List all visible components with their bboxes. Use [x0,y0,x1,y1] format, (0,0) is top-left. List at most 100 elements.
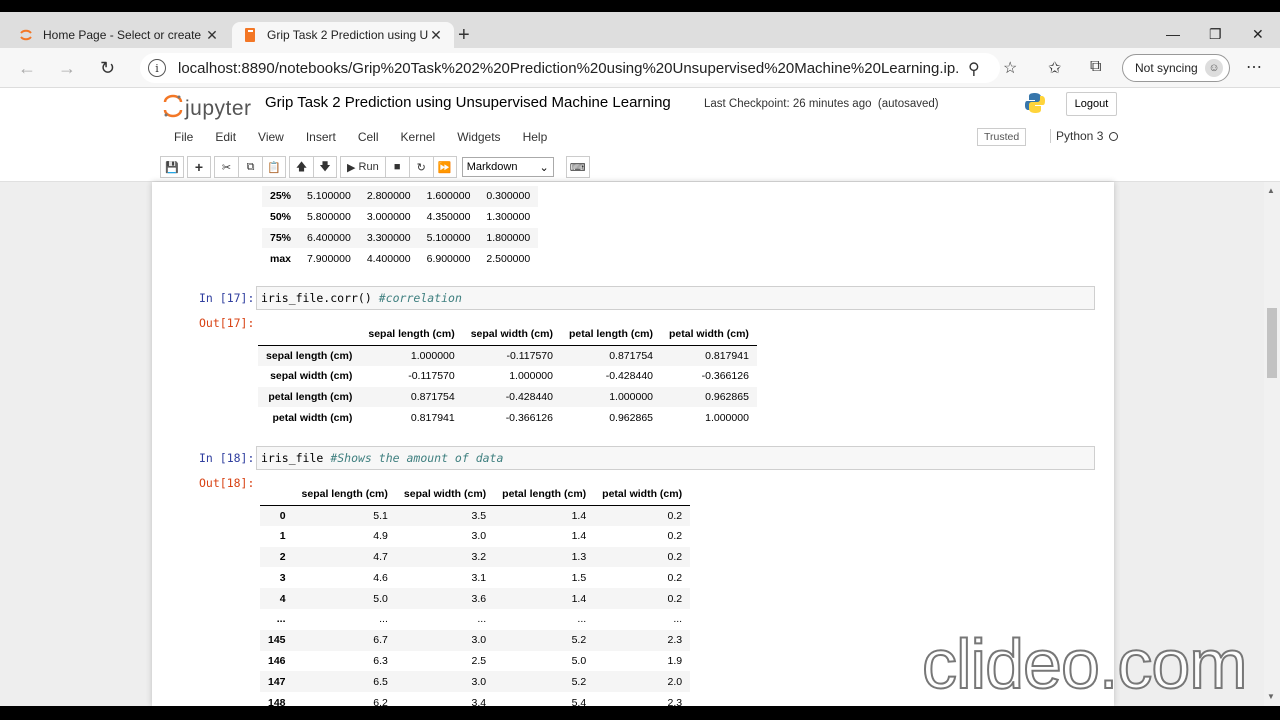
menu-kernel[interactable]: Kernel [401,130,436,144]
jupyter-logo[interactable]: jupyter [163,94,252,124]
scroll-up-icon[interactable]: ▲ [1267,186,1275,195]
command-palette-icon[interactable]: ⌨ [565,156,590,178]
row-label: petal length (cm) [258,386,361,408]
python-logo-icon [1025,93,1045,113]
table-cell: 1.800000 [478,227,539,249]
code-cell-18[interactable]: iris_file #Shows the amount of data [256,446,1095,470]
iris-data-table: sepal length (cm) sepal width (cm) petal l… [260,484,691,706]
table-row: 75% 6.400000 3.300000 5.100000 1.800000 [262,227,539,249]
table-cell: 1.300000 [486,211,531,224]
row-label: 25% [262,186,300,207]
watermark-logo: clideo.com [921,624,1249,704]
table-row: 146 6.3 2.5 5.0 1.9 [260,651,690,672]
notebook-favicon-icon [242,27,258,43]
row-label: 75% [262,227,300,249]
close-tab-icon[interactable]: ✕ [428,27,444,44]
new-tab-button[interactable]: + [458,25,470,45]
favorites-icon[interactable]: ✩ [1048,58,1061,78]
restart-run-all-icon[interactable]: ⏩ [432,156,457,178]
table-row: 3 4.6 3.1 1.5 0.2 [260,567,690,588]
table-cell: 4.7 [293,546,396,568]
profile-avatar-icon: ☺ [1205,59,1223,77]
tab-bar: Home Page - Select or create a n ✕ Grip … [0,12,1280,48]
table-cell: 3.5 [395,505,495,526]
menu-help[interactable]: Help [523,130,548,144]
code-comment: #correlation [378,291,462,305]
table-cell: 0.2 [594,505,691,526]
table-cell: 2.3 [667,696,683,706]
minimize-icon[interactable]: — [1166,26,1180,42]
menu-file[interactable]: File [174,130,193,144]
logout-button[interactable]: Logout [1066,92,1117,116]
code-text: iris_file.corr() [261,291,372,305]
in-prompt-17: In [17]: [199,291,255,305]
move-down-icon[interactable]: 🡇 [313,156,337,178]
menu-cell[interactable]: Cell [358,130,379,144]
scrollbar-thumb[interactable] [1267,308,1277,378]
copy-icon[interactable]: ⧉ [238,156,262,178]
close-tab-icon[interactable]: ✕ [204,27,220,44]
run-button[interactable]: ▶ Run [340,156,385,178]
table-cell: 4.350000 [426,211,471,224]
menu-view[interactable]: View [258,130,284,144]
browser-window: Home Page - Select or create a n ✕ Grip … [0,12,1280,706]
cut-icon[interactable]: ✂ [214,156,238,178]
refresh-icon[interactable]: ↻ [100,58,115,79]
table-cell: 3.0 [471,530,487,543]
table-row: petal width (cm) 0.817941 -0.366126 0.96286… [258,407,757,428]
table-cell: -0.117570 [408,370,455,383]
collections-icon[interactable]: ⧉ [1090,58,1101,76]
menu-edit[interactable]: Edit [215,130,236,144]
run-icon: ▶ [347,161,359,174]
table-cell: 5.0 [571,654,587,667]
tab-title: Home Page - Select or create a n [43,28,204,42]
table-cell: 4.9 [373,530,388,543]
trusted-indicator[interactable]: Trusted [977,128,1027,146]
tab-notebook[interactable]: Grip Task 2 Prediction using Uns ✕ [232,22,454,48]
table-cell: 5.800000 [307,211,351,224]
sync-button[interactable]: Not syncing ☺ [1122,54,1230,82]
page-scrollbar[interactable] [1264,182,1280,706]
sync-label: Not syncing [1135,61,1198,75]
url-field[interactable]: i localhost:8890/notebooks/Grip%20Task%2… [140,53,1000,83]
move-up-icon[interactable]: 🡅 [289,156,313,178]
menu-insert[interactable]: Insert [306,130,336,144]
table-cell: 0.2 [594,546,691,568]
table-cell: 1.9 [667,654,683,667]
code-cell-17[interactable]: iris_file.corr() #correlation [256,286,1095,310]
row-label: 3 [279,571,286,584]
notebook-title[interactable]: Grip Task 2 Prediction using Unsupervise… [265,94,671,111]
table-cell: 1.000000 [560,386,661,408]
column-header: petal length (cm) [560,324,661,346]
table-row: 148 6.2 3.4 5.4 2.3 [260,692,690,706]
scroll-down-icon[interactable]: ▼ [1267,692,1275,701]
restart-icon[interactable]: ↻ [408,156,433,178]
out-prompt-18: Out[18]: [199,476,255,490]
column-header: sepal length (cm) [293,484,396,506]
row-label: 145 [260,629,294,651]
restore-icon[interactable]: ❐ [1209,26,1222,43]
forward-icon[interactable]: → [58,58,76,79]
zoom-icon[interactable]: ⚲ [968,59,980,79]
cell-type-select[interactable]: Markdown ⌄ [461,157,554,177]
more-menu-icon[interactable]: ⋯ [1246,57,1262,77]
close-window-icon[interactable]: ✕ [1252,26,1264,43]
address-bar: ← → ↻ i localhost:8890/notebooks/Grip%20… [0,48,1280,88]
table-cell: 7.900000 [307,252,351,265]
index-header [258,324,361,346]
menu-widgets[interactable]: Widgets [457,130,500,144]
interrupt-icon[interactable]: ■ [384,156,409,178]
back-icon[interactable]: ← [18,58,36,79]
table-cell: -0.366126 [701,370,749,383]
insert-cell-icon[interactable]: + [187,156,211,178]
save-icon[interactable]: 💾 [160,156,184,178]
table-cell: 0.2 [594,588,691,609]
url-text: localhost:8890/notebooks/Grip%20Task%202… [178,59,958,77]
table-cell: 1.000000 [509,370,553,383]
paste-icon[interactable]: 📋 [262,156,286,178]
kernel-indicator[interactable]: Python 3 [1050,129,1119,143]
table-cell: 6.5 [293,671,396,693]
info-icon[interactable]: i [148,59,166,77]
tab-home-page[interactable]: Home Page - Select or create a n ✕ [8,22,230,48]
favorite-star-icon[interactable]: ☆ [1003,58,1017,78]
